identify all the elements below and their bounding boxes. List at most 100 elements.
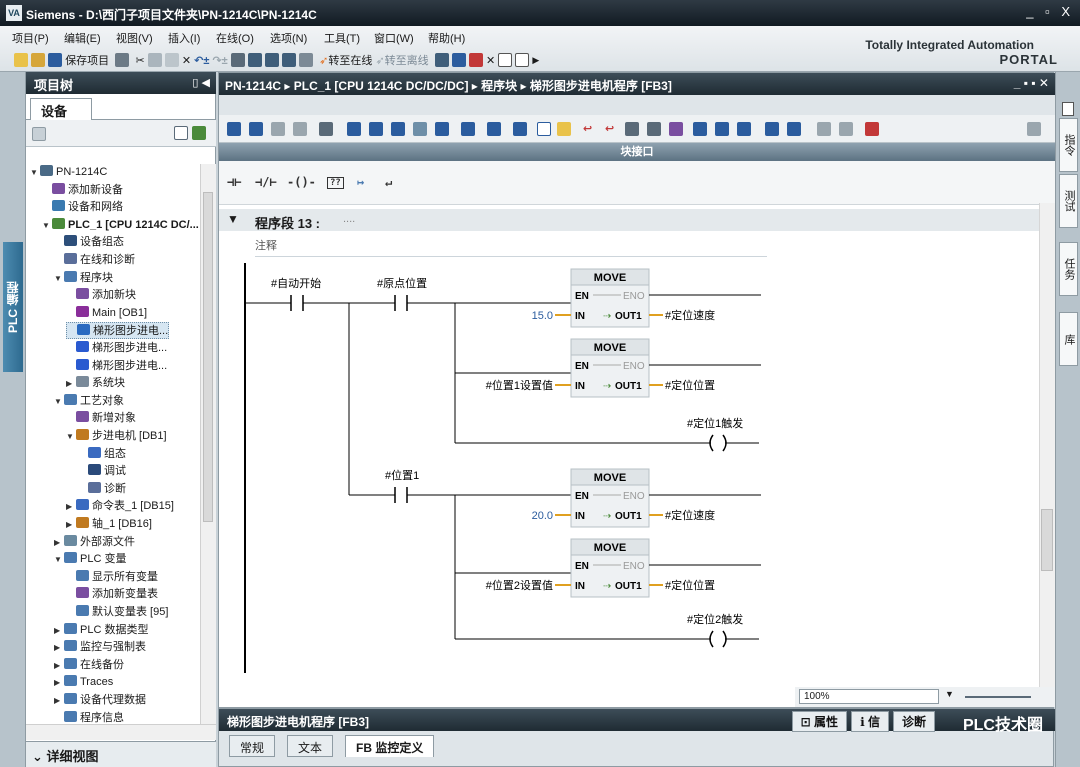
close-branch-ladder-icon[interactable]: ↵	[385, 175, 392, 189]
first-error-icon[interactable]	[737, 122, 751, 136]
open-branch-icon[interactable]: ↦	[357, 175, 364, 189]
editor-scroll-thumb[interactable]	[1041, 509, 1053, 571]
collapse-arrow-icon[interactable]: ▶	[54, 534, 64, 551]
collapse-arrow-icon[interactable]: ▶	[54, 692, 64, 709]
move-in-value[interactable]: #位置1设置值	[486, 378, 553, 392]
prev-error-icon[interactable]	[715, 122, 729, 136]
contact-auto-start-label[interactable]: #自动开始	[271, 276, 321, 290]
menu-help[interactable]: 帮助(H)	[428, 30, 465, 46]
start-cpu-icon[interactable]	[451, 53, 466, 67]
detail-view-toggle[interactable]: ⌄ 详细视图	[26, 741, 216, 767]
toolbar-overflow-icon[interactable]: ▶	[532, 55, 539, 66]
monitor-on-icon[interactable]: ↩	[583, 122, 592, 135]
detail-list-icon[interactable]	[174, 126, 188, 140]
tree-item[interactable]: ▶ 轴_1 [DB16]	[66, 516, 152, 533]
network-title-placeholder[interactable]: ....	[343, 213, 355, 225]
delete-icon[interactable]: ✕	[182, 54, 191, 67]
expand-all-icon[interactable]	[347, 122, 361, 136]
collapse-arrow-icon[interactable]: ▶	[54, 674, 64, 691]
upload-icon[interactable]	[264, 53, 279, 67]
contact-pos1[interactable]	[394, 487, 408, 503]
tree-item[interactable]: 梯形图步进电...	[66, 322, 170, 340]
move-out-value[interactable]: #定位位置	[665, 378, 715, 392]
coil-pos1-label[interactable]: #定位1触发	[687, 416, 743, 430]
zoom-slider[interactable]	[965, 696, 1031, 698]
expand-arrow-icon[interactable]: ▼	[30, 164, 40, 181]
tree-item[interactable]: ▼ 程序块	[54, 270, 113, 287]
tree-item[interactable]: ▶ Traces	[54, 674, 113, 691]
collapse-arrow-icon[interactable]: ▶	[54, 639, 64, 656]
tree-item[interactable]: 诊断	[78, 481, 126, 498]
settings-icon[interactable]	[1027, 122, 1041, 136]
copy-icon[interactable]	[147, 53, 162, 67]
insert-branch-icon[interactable]	[271, 122, 285, 136]
inspector-tab-general[interactable]: 常规	[229, 735, 276, 757]
menu-insert[interactable]: 插入(I)	[168, 30, 200, 46]
breadcrumb-plc[interactable]: PLC_1 [CPU 1214C DC/DC/DC]	[294, 79, 469, 93]
force-icon[interactable]	[647, 122, 661, 136]
menu-edit[interactable]: 编辑(E)	[64, 30, 101, 46]
move-in-value[interactable]: 15.0	[532, 310, 553, 322]
coil-pos2-label[interactable]: #定位2触发	[687, 612, 743, 626]
move-in-value[interactable]: 20.0	[532, 510, 553, 522]
network-header[interactable]: ▼ 程序段 13 : ....	[219, 209, 1039, 231]
tab-libraries[interactable]: 库	[1059, 312, 1078, 366]
tree-item[interactable]: 添加新变量表	[66, 586, 158, 603]
breadcrumb-blocks[interactable]: 程序块	[481, 79, 517, 93]
expand-arrow-icon[interactable]: ▼	[42, 217, 52, 234]
collapse-all-icon[interactable]	[369, 122, 383, 136]
go-offline-button[interactable]: 转至离线	[385, 52, 429, 68]
zoom-dropdown-icon[interactable]: ▼	[945, 689, 954, 699]
nc-contact-icon[interactable]: ⊣/⊢	[255, 175, 277, 189]
empty-box-icon[interactable]: ??	[327, 177, 344, 189]
expand-arrow-icon[interactable]: ▼	[54, 393, 64, 410]
stop-icon[interactable]	[468, 53, 483, 67]
network-comment[interactable]: 注释	[255, 237, 767, 257]
tree-item[interactable]: ▼ PLC 变量	[54, 551, 126, 568]
bookmark-icon[interactable]	[765, 122, 779, 136]
go-offline-icon[interactable]: ➶	[375, 54, 384, 67]
paste-icon[interactable]	[164, 53, 179, 67]
tree-scroll-thumb[interactable]	[203, 192, 213, 522]
tree-item[interactable]: Main [OB1]	[66, 305, 147, 322]
tag-info2-icon[interactable]	[487, 122, 501, 136]
inspector-tab-text[interactable]: 文本	[287, 735, 334, 757]
tree-item[interactable]: ▶ 设备代理数据	[54, 692, 146, 709]
monitor-off-icon[interactable]: ↩	[605, 122, 614, 135]
next-error-icon[interactable]	[693, 122, 707, 136]
expand-arrow-icon[interactable]: ▼	[66, 428, 76, 445]
window-controls[interactable]: _ ▫ X	[1026, 4, 1074, 19]
new-project-icon[interactable]	[14, 53, 28, 67]
print-icon[interactable]	[115, 53, 130, 67]
editor-window-controls[interactable]: _ ▪ ▪ ✕	[1014, 76, 1049, 90]
tag-info3-icon[interactable]	[513, 122, 527, 136]
favorites-icon[interactable]	[413, 122, 427, 136]
menu-project[interactable]: 项目(P)	[12, 30, 49, 46]
menu-view[interactable]: 视图(V)	[116, 30, 153, 46]
move-in-value[interactable]: #位置2设置值	[486, 578, 553, 592]
tab-instructions[interactable]: 指令	[1059, 118, 1078, 172]
collapse-arrow-icon[interactable]: ▶	[66, 498, 76, 515]
tree-item[interactable]: 梯形图步进电...	[66, 358, 167, 375]
split-vertical-icon[interactable]	[515, 53, 530, 67]
tree-item[interactable]: 调试	[78, 463, 126, 480]
link-icon[interactable]	[817, 122, 831, 136]
call-environment-icon[interactable]	[669, 122, 683, 136]
tree-item[interactable]: ▶ PLC 数据类型	[54, 622, 148, 639]
tree-item[interactable]: 程序信息	[54, 710, 124, 724]
coil-pos1-trigger[interactable]	[709, 434, 727, 452]
contact-auto-start[interactable]	[290, 295, 304, 311]
stop-cpu-icon[interactable]	[299, 53, 314, 67]
move-out-value[interactable]: #定位速度	[665, 508, 715, 522]
delete-network-icon[interactable]	[249, 122, 263, 136]
insert-network-icon[interactable]	[227, 122, 241, 136]
tree-item[interactable]: 在线和诊断	[54, 252, 135, 269]
contact-pos1-label[interactable]: #位置1	[385, 468, 419, 482]
download-icon[interactable]	[247, 53, 262, 67]
tree-item[interactable]: 默认变量表 [95]	[66, 604, 168, 621]
go-online-icon[interactable]: ➶	[319, 54, 328, 67]
editor-scrollbar[interactable]	[1039, 203, 1055, 689]
tree-item[interactable]: ▼ 步进电机 [DB1]	[66, 428, 167, 445]
contact-origin[interactable]	[394, 295, 408, 311]
open-project-icon[interactable]	[31, 53, 46, 67]
